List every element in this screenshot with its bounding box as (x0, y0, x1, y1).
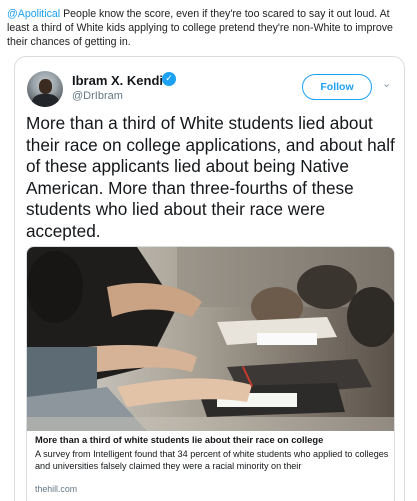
avatar-torso (32, 94, 59, 107)
author-name[interactable]: Ibram X. Kendi (72, 73, 163, 88)
avatar-face (39, 79, 52, 94)
post-caption: @Apolitical People know the score, even … (7, 7, 410, 49)
chevron-down-icon[interactable]: ⌄ (382, 77, 391, 90)
card-description: A survey from Intelligent found that 34 … (35, 449, 389, 471)
card-title[interactable]: More than a third of white students lie … (35, 435, 387, 445)
embedded-tweet[interactable]: Ibram X. Kendi ✓ @DrIbram Follow ⌄ More … (14, 56, 405, 501)
follow-button[interactable]: Follow (302, 74, 372, 100)
caption-text: People know the score, even if they're t… (7, 8, 393, 48)
card-image[interactable] (27, 247, 394, 431)
card-domain: thehill.com (35, 484, 78, 494)
verified-icon: ✓ (162, 72, 176, 86)
avatar[interactable] (27, 71, 63, 107)
author-handle[interactable]: @DrIbram (72, 90, 123, 102)
link-card[interactable]: More than a third of white students lie … (26, 246, 395, 501)
mention-link[interactable]: @Apolitical (7, 8, 60, 20)
tweet-text: More than a third of White students lied… (26, 113, 395, 241)
